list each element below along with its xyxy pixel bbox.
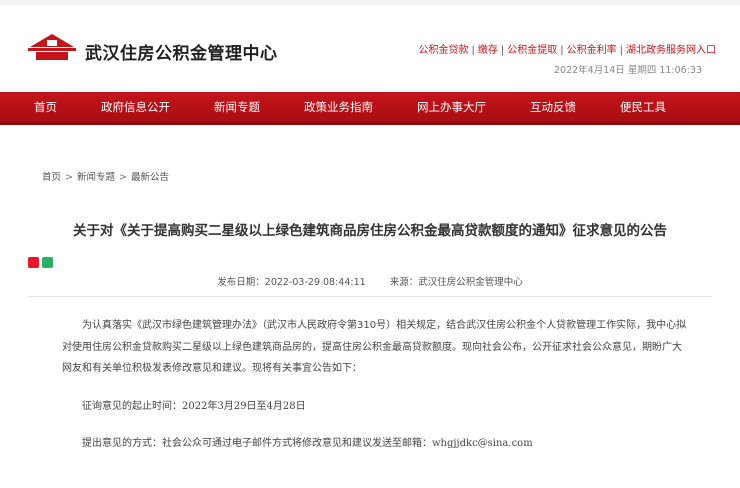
logo-house-icon[interactable] <box>26 32 78 62</box>
quick-link-loan[interactable]: 公积金贷款 <box>419 45 469 56</box>
breadcrumb-separator: > <box>65 172 73 183</box>
nav-home[interactable]: 首页 <box>0 99 79 115</box>
breadcrumb-separator: > <box>119 172 127 183</box>
publish-date: 2022-03-29 08:44:11 <box>264 277 366 288</box>
breadcrumb-home[interactable]: 首页 <box>42 172 61 183</box>
comment-period: 征询意见的起止时间：2022年3月29日至4月28日 <box>62 396 690 418</box>
weibo-share-icon[interactable] <box>28 257 39 268</box>
submission-email[interactable]: whgjjdkc@sina.com <box>432 438 533 449</box>
site-header: 武汉住房公积金管理中心 公积金贷款 | 缴存 | 公积金提取 | 公积金利率 | 湖北政务服务网… <box>0 5 740 92</box>
comment-period-label: 征询意见的起止时间： <box>82 400 182 412</box>
nav-news[interactable]: 新闻专题 <box>192 99 282 115</box>
share-icons <box>28 257 740 268</box>
nav-online-services[interactable]: 网上办事大厅 <box>395 99 508 115</box>
nav-gov-info[interactable]: 政府信息公开 <box>79 99 192 115</box>
breadcrumb: 首页 > 新闻专题 > 最新公告 <box>42 169 740 183</box>
source-value: 武汉住房公积金管理中心 <box>418 277 523 288</box>
article-paragraph: 为认真落实《武汉市绿色建筑管理办法》（武汉市人民政府令第310号）相关规定，结合… <box>62 320 687 374</box>
source-label: 来源： <box>389 277 419 288</box>
quick-link-withdraw[interactable]: 公积金提取 <box>507 45 557 56</box>
divider <box>28 296 712 297</box>
submission-method-label: 提出意见的方式：社会公众可通过电子邮件方式将修改意见和建议发送至邮箱： <box>82 438 432 449</box>
quick-link-hubei-portal[interactable]: 湖北政务服务网入口 <box>626 45 716 56</box>
quick-link-deposit[interactable]: 缴存 <box>478 45 498 56</box>
quick-links: 公积金贷款 | 缴存 | 公积金提取 | 公积金利率 | 湖北政务服务网入口 <box>418 45 717 56</box>
breadcrumb-latest-notice[interactable]: 最新公告 <box>131 172 169 183</box>
nav-tools[interactable]: 便民工具 <box>598 99 688 115</box>
submission-method: 提出意见的方式：社会公众可通过电子邮件方式将修改意见和建议发送至邮箱：whgjj… <box>62 433 690 455</box>
article-meta: 发布日期：2022-03-29 08:44:11 来源：武汉住房公积金管理中心 <box>0 274 740 288</box>
nav-feedback[interactable]: 互动反馈 <box>508 99 598 115</box>
quick-link-rate[interactable]: 公积金利率 <box>567 45 617 56</box>
current-datetime: 2022年4月14日 星期四 11:06:33 <box>553 65 702 76</box>
article-body: 为认真落实《武汉市绿色建筑管理办法》（武汉市人民政府令第310号）相关规定，结合… <box>62 315 690 455</box>
wechat-share-icon[interactable] <box>42 257 53 268</box>
publish-date-label: 发布日期： <box>217 277 265 288</box>
site-title[interactable]: 武汉住房公积金管理中心 <box>85 39 278 64</box>
nav-policy-guide[interactable]: 政策业务指南 <box>282 99 395 115</box>
breadcrumb-news[interactable]: 新闻专题 <box>77 172 115 183</box>
article-title: 关于对《关于提高购买二星级以上绿色建筑商品房住房公积金最高贷款额度的通知》征求意… <box>73 223 667 239</box>
main-nav: 首页 政府信息公开 新闻专题 政策业务指南 网上办事大厅 互动反馈 便民工具 <box>0 92 740 125</box>
comment-period-value: 2022年3月29日至4月28日 <box>182 400 306 412</box>
